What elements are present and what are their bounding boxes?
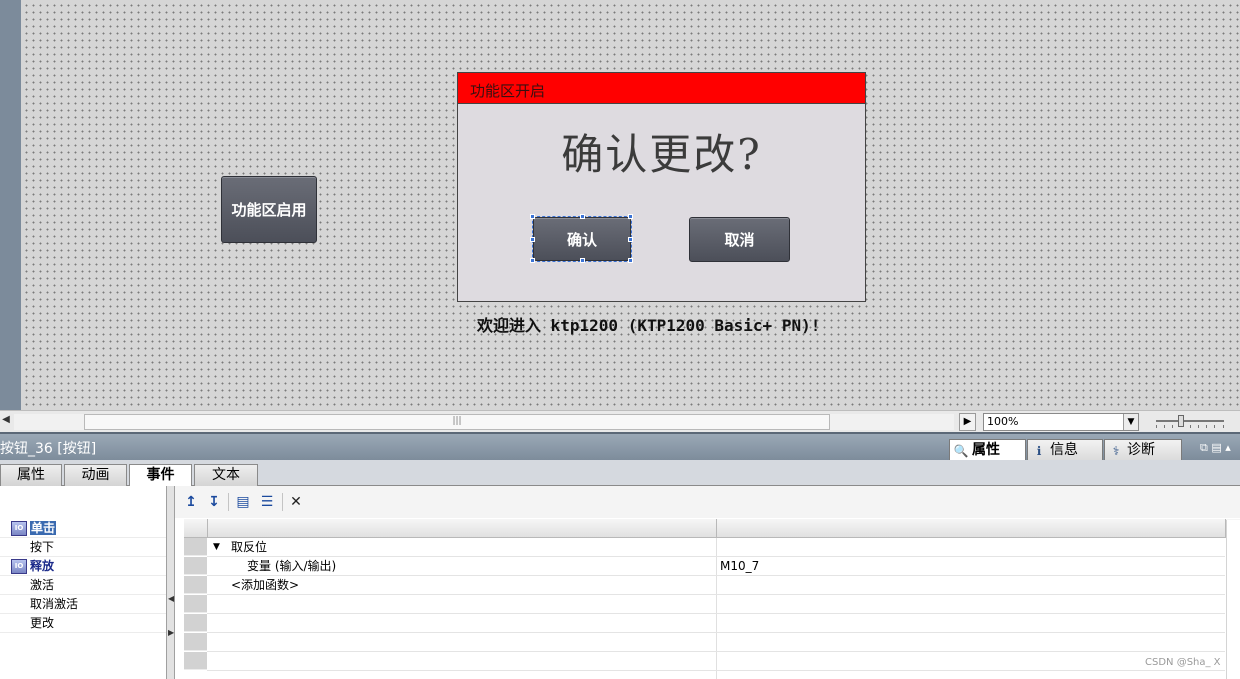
diagnostics-icon: ⚕ — [1112, 444, 1120, 458]
confirm-dialog[interactable]: 功能区开启 确认更改? 确认 取消 — [457, 72, 866, 302]
event-label: 更改 — [30, 616, 55, 630]
list-icon[interactable]: ☰ — [258, 493, 276, 511]
hmi-editor-window: 功能区启用 功能区开启 确认更改? 确认 取消 欢迎进入 ktp1200 (KT… — [0, 0, 1240, 679]
add-function-link[interactable]: <添加函数> — [231, 576, 299, 594]
expand-icon[interactable]: ▼ — [213, 538, 220, 556]
events-list: IO 单击 按下 IO 释放 激活 取消激活 更改 — [0, 486, 166, 679]
event-label: 激活 — [30, 578, 55, 592]
subtab-events[interactable]: 事件 — [129, 464, 192, 487]
function-list-area: ↥ ↧ ▤ ☰ ✕ ▼ 取反位 变量 (输入/输出) M10_7 <添加函数> — [175, 486, 1240, 679]
event-icon: IO — [11, 559, 27, 574]
welcome-text: 欢迎进入 ktp1200 (KTP1200 Basic+ PN)! — [477, 316, 821, 335]
horizontal-scroll-row: ◀ ||| ▶ 100% ▼ — [0, 410, 1240, 432]
move-up-icon[interactable]: ↥ — [182, 493, 200, 511]
watermark-text: CSDN @Sha_ X — [1145, 657, 1221, 668]
subtab-animations[interactable]: 动画 — [64, 464, 127, 486]
confirm-button[interactable]: 确认 — [533, 217, 631, 261]
empty-row — [207, 595, 1225, 614]
chevron-down-icon[interactable]: ▼ — [1123, 414, 1138, 430]
inspector-object-title: 按钮_36 [按钮] — [0, 441, 97, 457]
tab-label: 属性 — [972, 442, 1000, 458]
move-down-icon[interactable]: ↧ — [205, 493, 223, 511]
dialog-question-text: 确认更改? — [561, 130, 762, 179]
subtab-properties[interactable]: 属性 — [0, 464, 62, 486]
subtab-texts[interactable]: 文本 — [194, 464, 258, 486]
delete-icon[interactable]: ✕ — [287, 493, 305, 511]
event-item-deactivate[interactable]: 取消激活 — [0, 595, 166, 614]
event-icon: IO — [11, 521, 27, 536]
folder-icon[interactable]: ▤ — [234, 493, 252, 511]
left-panel-strip — [0, 0, 21, 410]
tab-info[interactable]: ℹ 信息 — [1027, 439, 1103, 462]
event-item-change[interactable]: 更改 — [0, 614, 166, 633]
add-function-row[interactable]: <添加函数> — [207, 576, 1225, 595]
event-item-release[interactable]: IO 释放 — [0, 557, 166, 576]
event-label: 取消激活 — [30, 597, 79, 611]
parameter-row[interactable]: 变量 (输入/输出) M10_7 — [207, 557, 1225, 576]
event-label: 释放 — [30, 559, 55, 573]
tab-diagnostics[interactable]: ⚕ 诊断 — [1104, 439, 1182, 462]
collapse-left-icon[interactable]: ◀ — [168, 594, 174, 603]
screen-canvas[interactable]: 功能区启用 功能区开启 确认更改? 确认 取消 欢迎进入 ktp1200 (KT… — [21, 0, 1240, 410]
event-label: 单击 — [30, 521, 57, 535]
function-name: 取反位 — [231, 540, 268, 554]
event-item-activate[interactable]: 激活 — [0, 576, 166, 595]
dialog-title-bar: 功能区开启 — [458, 73, 865, 104]
event-item-click[interactable]: IO 单击 — [0, 519, 166, 538]
function-area-enable-button[interactable]: 功能区启用 — [221, 176, 317, 243]
tab-label: 诊断 — [1127, 442, 1155, 458]
info-icon: ℹ — [1036, 444, 1042, 458]
right-edge-panel — [1226, 520, 1240, 679]
event-label: 按下 — [30, 540, 55, 554]
scrollbar-thumb[interactable]: ||| — [84, 414, 830, 430]
function-table: ▼ 取反位 变量 (输入/输出) M10_7 <添加函数> — [184, 519, 1240, 679]
inspector-sub-tabs: 属性 动画 事件 文本 — [0, 460, 1240, 487]
panel-splitter[interactable]: ◀ ▶ — [166, 486, 175, 679]
scroll-right-icon[interactable]: ▶ — [959, 413, 976, 431]
function-list-toolbar: ↥ ↧ ▤ ☰ ✕ — [175, 486, 1240, 518]
tab-label: 信息 — [1050, 442, 1078, 458]
zoom-value: 100% — [987, 415, 1019, 428]
panel-window-controls[interactable]: ⧉ ▤ ▴ — [1200, 441, 1240, 455]
cancel-button[interactable]: 取消 — [689, 217, 790, 262]
event-item-press[interactable]: 按下 — [0, 538, 166, 557]
inspector-header: 按钮_36 [按钮] 🔍 属性 ℹ 信息 ⚕ 诊断 ⧉ ▤ ▴ — [0, 432, 1240, 462]
expand-right-icon[interactable]: ▶ — [168, 628, 174, 637]
zoom-select[interactable]: 100% ▼ — [983, 413, 1139, 431]
properties-icon: 🔍 — [953, 444, 969, 458]
parameter-value[interactable]: M10_7 — [720, 557, 759, 575]
scroll-left-icon[interactable]: ◀ — [0, 414, 12, 430]
zoom-slider-knob[interactable] — [1178, 415, 1184, 427]
dialog-title: 功能区开启 — [470, 82, 546, 100]
zoom-slider[interactable] — [1156, 415, 1224, 428]
tab-properties[interactable]: 🔍 属性 — [949, 439, 1026, 462]
function-table-header — [184, 519, 1240, 538]
empty-row — [207, 614, 1225, 633]
function-row[interactable]: ▼ 取反位 — [207, 538, 1225, 557]
parameter-label: 变量 (输入/输出) — [247, 559, 337, 573]
empty-row — [207, 652, 1225, 671]
horizontal-scrollbar[interactable]: ||| — [14, 414, 954, 430]
empty-row — [207, 633, 1225, 652]
